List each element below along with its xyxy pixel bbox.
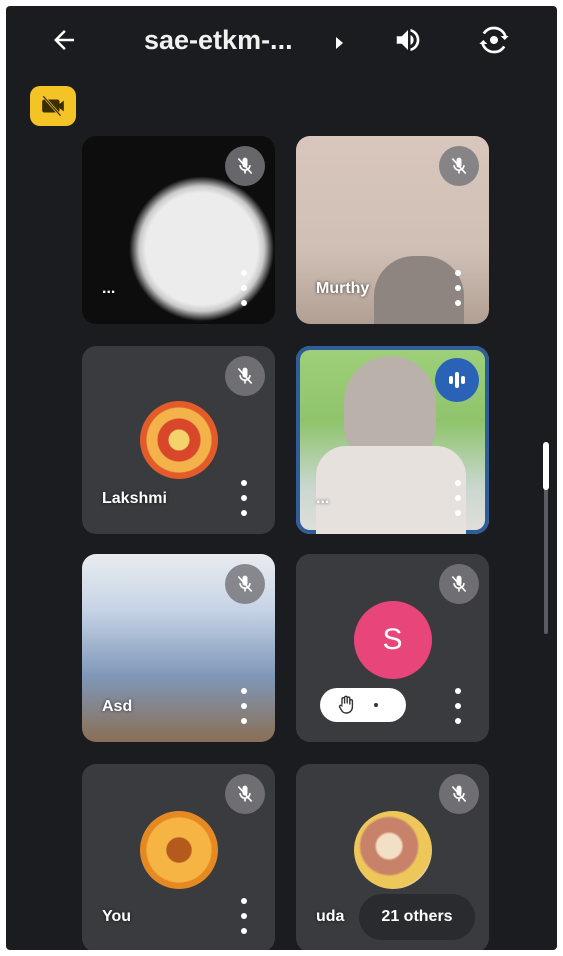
participant-tile[interactable]: S bbox=[296, 554, 489, 742]
meeting-screen: sae-etkm-... ... Murthy Lakshmi ... Asd … bbox=[6, 6, 557, 950]
more-options-button[interactable] bbox=[449, 480, 467, 516]
participant-name: ... bbox=[102, 280, 116, 297]
mic-off-badge bbox=[225, 564, 265, 604]
camera-off-badge[interactable] bbox=[30, 86, 76, 126]
separator-dot bbox=[374, 703, 378, 707]
participant-tile[interactable]: Lakshmi bbox=[82, 346, 275, 534]
participant-tile[interactable]: Murthy bbox=[296, 136, 489, 324]
mic-off-icon bbox=[451, 575, 467, 593]
participant-tile[interactable]: You bbox=[82, 764, 275, 950]
participant-tile[interactable]: Asd bbox=[82, 554, 275, 742]
speaker-button[interactable] bbox=[386, 18, 430, 62]
raised-hand-icon bbox=[338, 695, 354, 714]
more-options-button[interactable] bbox=[235, 480, 253, 516]
avatar bbox=[139, 811, 218, 890]
more-options-button[interactable] bbox=[235, 270, 253, 306]
audio-level-icon bbox=[449, 372, 465, 388]
avatar bbox=[139, 401, 218, 479]
mic-off-icon bbox=[451, 785, 467, 803]
more-options-button[interactable] bbox=[235, 898, 253, 934]
caret-right-icon[interactable] bbox=[336, 37, 343, 49]
mic-off-badge bbox=[439, 146, 479, 186]
mic-off-icon bbox=[237, 367, 253, 385]
speaker-icon bbox=[396, 29, 420, 51]
participant-name: You bbox=[102, 908, 132, 925]
raised-hand-badge[interactable] bbox=[320, 688, 406, 722]
mic-off-badge bbox=[225, 146, 265, 186]
mic-off-badge bbox=[225, 356, 265, 396]
others-count-button[interactable]: 21 others bbox=[359, 894, 475, 940]
video-feed-body bbox=[316, 446, 466, 534]
participant-name: uda bbox=[316, 908, 345, 925]
mic-off-icon bbox=[237, 157, 253, 175]
arrow-left-icon bbox=[54, 30, 74, 50]
participant-name: Lakshmi bbox=[102, 490, 167, 507]
participant-name: Murthy bbox=[316, 280, 370, 297]
speaking-indicator bbox=[435, 358, 479, 402]
avatar bbox=[353, 811, 432, 890]
more-options-button[interactable] bbox=[449, 688, 467, 724]
mic-off-icon bbox=[237, 575, 253, 593]
top-bar: sae-etkm-... bbox=[6, 6, 557, 70]
mic-off-icon bbox=[237, 785, 253, 803]
mic-off-badge bbox=[225, 774, 265, 814]
camera-switch-icon bbox=[479, 26, 509, 54]
meeting-title[interactable]: sae-etkm-... bbox=[144, 20, 293, 60]
switch-camera-button[interactable] bbox=[472, 18, 516, 62]
scrollbar-thumb[interactable] bbox=[543, 442, 549, 490]
mic-off-badge bbox=[439, 774, 479, 814]
mic-off-icon bbox=[451, 157, 467, 175]
participant-tile-active-speaker[interactable]: ... bbox=[296, 346, 489, 534]
camera-off-icon bbox=[42, 95, 64, 117]
more-options-button[interactable] bbox=[449, 270, 467, 306]
back-button[interactable] bbox=[42, 18, 86, 62]
letter-avatar: S bbox=[353, 601, 432, 680]
participant-name: Asd bbox=[102, 698, 133, 715]
more-options-button[interactable] bbox=[235, 688, 253, 724]
mic-off-badge bbox=[439, 564, 479, 604]
participant-name: ... bbox=[316, 490, 330, 507]
participant-tile[interactable]: ... bbox=[82, 136, 275, 324]
